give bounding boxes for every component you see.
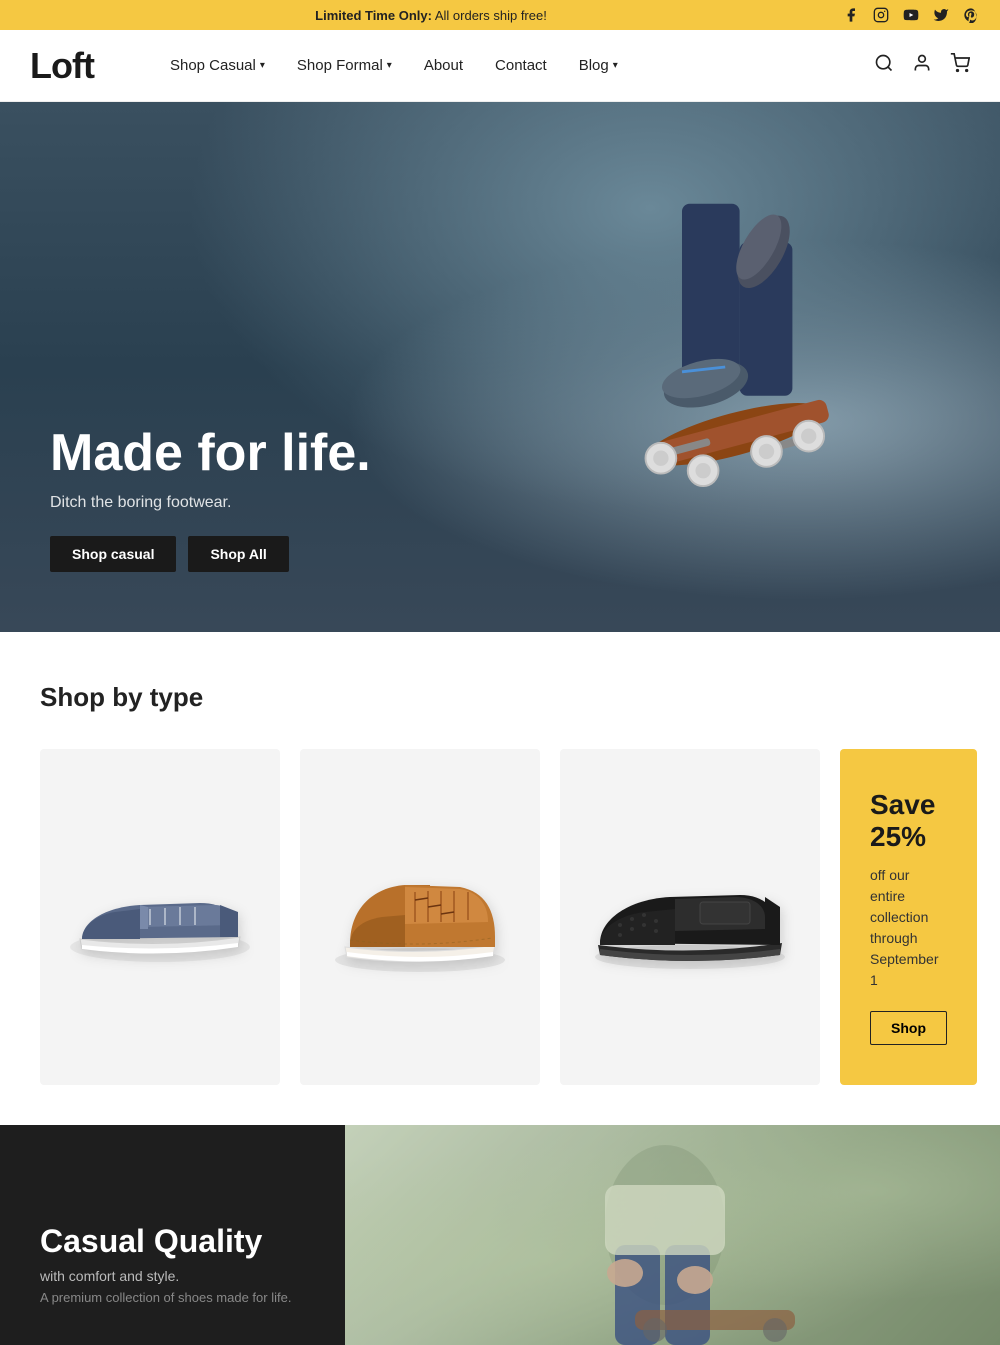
announcement-bar: Limited Time Only: All orders ship free! xyxy=(0,0,1000,30)
shoe-image-black xyxy=(580,827,800,1007)
chevron-down-icon: ▾ xyxy=(260,60,265,71)
bottom-dark-panel: Casual Quality with comfort and style. A… xyxy=(0,1125,345,1345)
bottom-banner-description: A premium collection of shoes made for l… xyxy=(40,1290,305,1305)
hero-image xyxy=(520,102,940,632)
social-icons-group xyxy=(842,6,980,24)
shop-all-button[interactable]: Shop All xyxy=(188,536,288,572)
product-card-blue-sneaker[interactable] xyxy=(40,749,280,1085)
shoe-image-blue xyxy=(60,827,260,1007)
nav-blog[interactable]: Blog ▾ xyxy=(563,30,634,102)
twitter-icon[interactable] xyxy=(932,6,950,24)
nav-shop-formal[interactable]: Shop Formal ▾ xyxy=(281,30,408,102)
header-actions xyxy=(874,53,970,79)
cart-icon[interactable] xyxy=(950,53,970,79)
hero-content: Made for life. Ditch the boring footwear… xyxy=(0,425,371,632)
instagram-icon[interactable] xyxy=(872,6,890,24)
promo-card: Save 25% off our entire collection throu… xyxy=(840,749,977,1085)
shop-casual-button[interactable]: Shop casual xyxy=(50,536,176,572)
hero-buttons: Shop casual Shop All xyxy=(50,536,371,572)
pinterest-icon[interactable] xyxy=(962,6,980,24)
bottom-banner-subtitle: with comfort and style. xyxy=(40,1268,305,1284)
nav-shop-casual[interactable]: Shop Casual ▾ xyxy=(154,30,281,102)
hero-title: Made for life. xyxy=(50,425,371,482)
promo-description: off our entire collection through Septem… xyxy=(870,865,947,991)
product-grid: Save 25% off our entire collection throu… xyxy=(40,749,960,1085)
bottom-banner-title: Casual Quality xyxy=(40,1223,305,1260)
youtube-icon[interactable] xyxy=(902,6,920,24)
nav-contact[interactable]: Contact xyxy=(479,30,563,102)
search-icon[interactable] xyxy=(874,53,894,79)
hero-section: Made for life. Ditch the boring footwear… xyxy=(0,102,1000,632)
product-card-tan-boot[interactable] xyxy=(300,749,540,1085)
promo-shop-button[interactable]: Shop xyxy=(870,1011,947,1045)
shop-section-title: Shop by type xyxy=(40,682,960,713)
announcement-prefix: Limited Time Only: xyxy=(315,8,432,23)
shoe-image-tan xyxy=(320,827,520,1007)
logo[interactable]: Loft xyxy=(30,45,94,87)
hero-subtitle: Ditch the boring footwear. xyxy=(50,494,371,512)
header: Loft Shop Casual ▾ Shop Formal ▾ About C… xyxy=(0,30,1000,102)
bottom-banner: Casual Quality with comfort and style. A… xyxy=(0,1125,1000,1345)
shop-by-type-section: Shop by type xyxy=(0,632,1000,1125)
main-nav: Shop Casual ▾ Shop Formal ▾ About Contac… xyxy=(154,30,874,102)
account-icon[interactable] xyxy=(912,53,932,79)
chevron-down-icon: ▾ xyxy=(387,60,392,71)
promo-title: Save 25% xyxy=(870,789,947,853)
product-card-black-loafer[interactable] xyxy=(560,749,820,1085)
chevron-down-icon: ▾ xyxy=(613,60,618,71)
announcement-message: All orders ship free! xyxy=(435,8,547,23)
bottom-photo-panel xyxy=(345,1125,1000,1345)
facebook-icon[interactable] xyxy=(842,6,860,24)
nav-about[interactable]: About xyxy=(408,30,479,102)
